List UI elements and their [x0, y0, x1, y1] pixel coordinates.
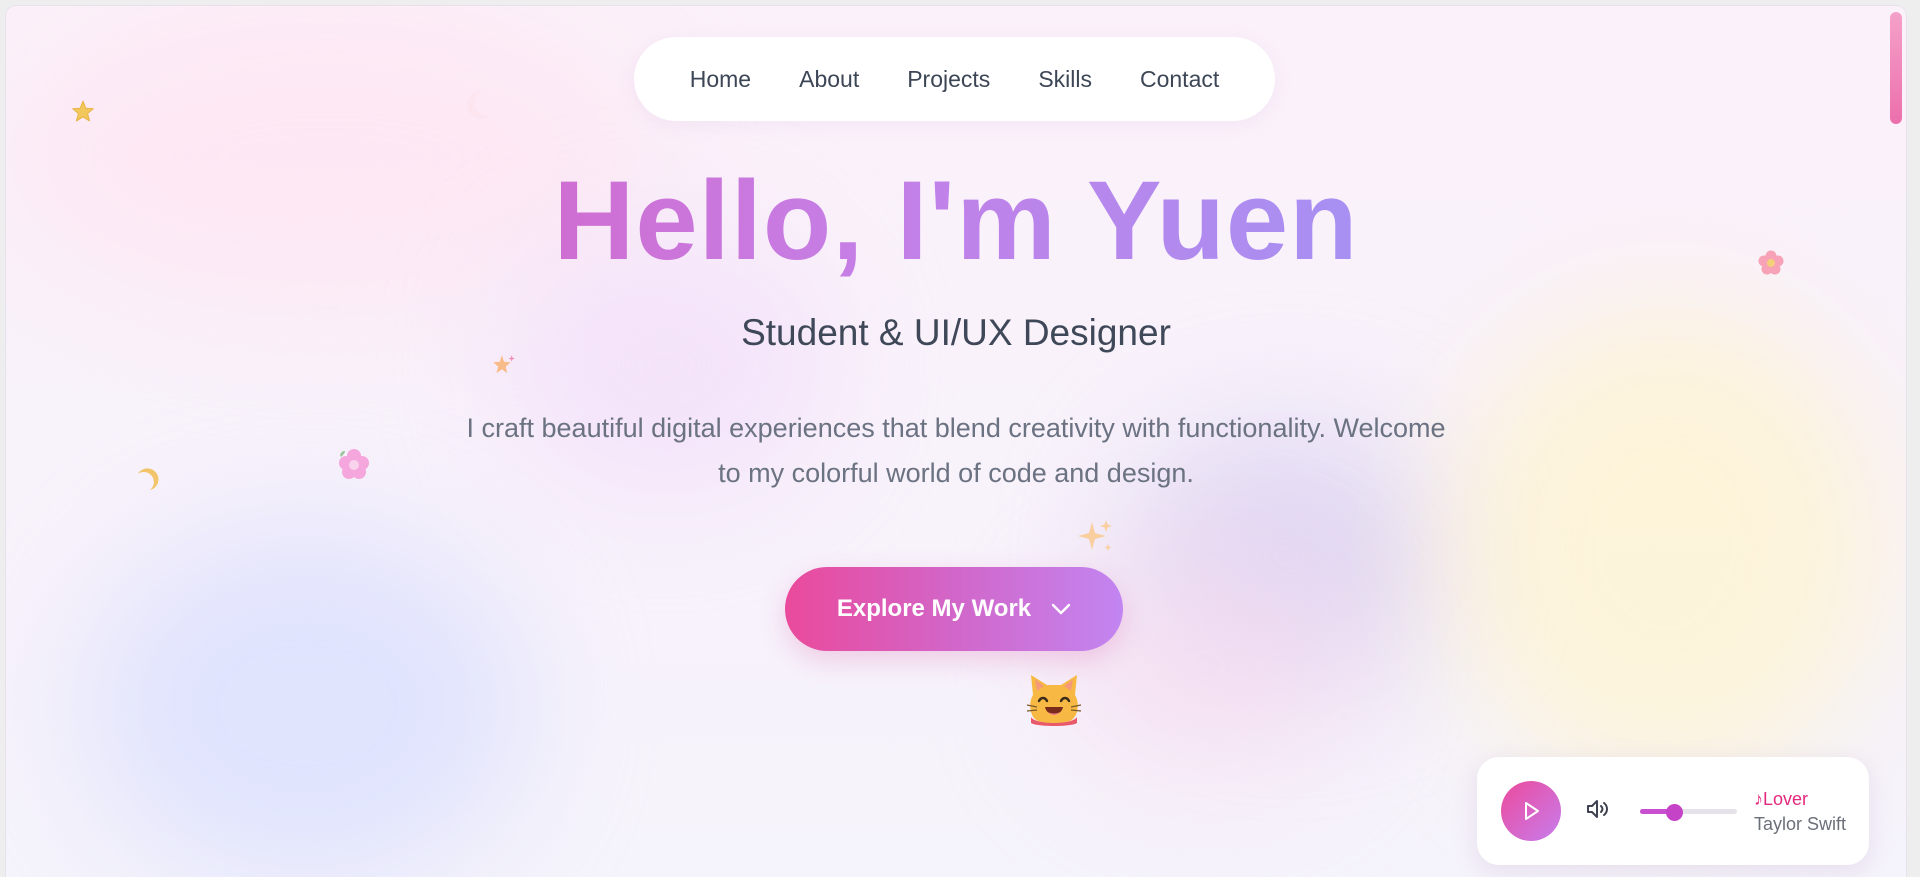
background-blob [1446, 306, 1886, 786]
scrollbar-thumb[interactable] [1890, 12, 1902, 124]
flower-icon [339, 449, 369, 479]
portfolio-page: Home About Projects Skills Contact Hello… [6, 6, 1906, 877]
nav-skills[interactable]: Skills [1038, 66, 1092, 93]
nav-home[interactable]: Home [690, 66, 751, 93]
nav-projects[interactable]: Projects [907, 66, 990, 93]
background-blob [86, 526, 526, 877]
explore-work-button[interactable]: Explore My Work [785, 567, 1123, 651]
track-prefix: ♪ [1754, 789, 1763, 809]
sparkle-icon [1078, 520, 1112, 551]
chevron-down-icon [1051, 603, 1071, 615]
track-title-text: Lover [1763, 789, 1809, 809]
hero-description: I craft beautiful digital experiences th… [466, 413, 1446, 488]
star-icon [72, 100, 94, 122]
track-artist: Taylor Swift [1754, 814, 1847, 834]
main-nav: Home About Projects Skills Contact [634, 37, 1275, 121]
hero-subtitle: Student & UI/UX Designer [741, 312, 1171, 353]
volume-slider[interactable] [1640, 804, 1737, 821]
moon-icon [137, 468, 159, 491]
hero-title: Hello, I'm Yuen [6, 156, 1906, 286]
volume-icon[interactable] [1585, 797, 1611, 821]
cat-icon [1026, 675, 1082, 726]
track-title: ♪Lover [1754, 789, 1808, 810]
nav-contact[interactable]: Contact [1140, 66, 1219, 93]
moon-icon [1822, 623, 1840, 649]
star-icon [493, 355, 515, 374]
volume-slider-track [1640, 809, 1737, 814]
nav-about[interactable]: About [799, 66, 859, 93]
volume-slider-thumb[interactable] [1665, 804, 1683, 821]
explore-work-label: Explore My Work [836, 595, 1032, 622]
music-player: ♪Lover Taylor Swift [1477, 757, 1869, 865]
moon-icon [467, 90, 491, 119]
play-button[interactable] [1501, 781, 1561, 841]
play-icon [1525, 802, 1539, 820]
